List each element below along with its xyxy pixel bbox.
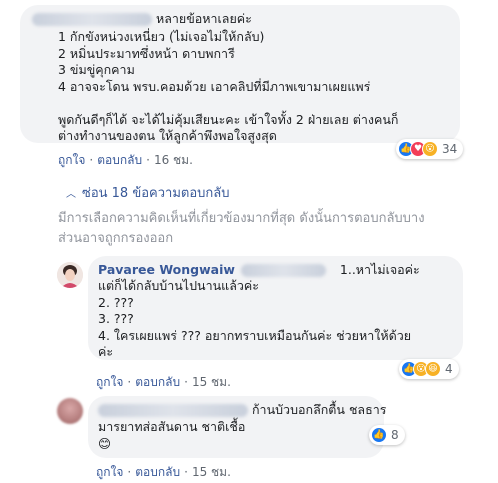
like-reaction-icon: 👍	[371, 427, 387, 443]
wow-reaction-icon: 😮	[422, 141, 438, 157]
reply-link[interactable]: ตอบกลับ	[135, 375, 180, 389]
comment-line: 2 หมิ่นประมาทซึ่งหน้า ดาบพการี	[58, 45, 235, 61]
reply-link[interactable]: ตอบกลับ	[97, 153, 142, 167]
timestamp[interactable]: 15 ชม.	[192, 375, 231, 389]
hide-replies-toggle[interactable]: ︿ ซ่อน 18 ข้อความตอบกลับ	[66, 182, 229, 203]
reaction-count: 4	[445, 362, 453, 376]
avatar[interactable]	[57, 398, 83, 424]
reply-actions: ถูกใจ · ตอบกลับ · 15 ชม.	[96, 375, 231, 389]
comment-actions: ถูกใจ · ตอบกลับ · 16 ชม.	[58, 153, 193, 167]
reactions-summary[interactable]: 👍 ♥ 😮 34	[396, 139, 464, 159]
reply-line: ค่ะ	[98, 344, 114, 359]
reply-actions: ถูกใจ · ตอบกลับ · 15 ชม.	[96, 465, 231, 479]
author-name-blurred[interactable]	[32, 13, 152, 26]
reply-line: 1..หาไม่เจอค่ะ	[339, 262, 420, 277]
comment-line: ต่างทำงานของตน ให้ลูกค้าพึงพอใจสูงสุด	[58, 128, 277, 143]
timestamp[interactable]: 16 ชม.	[154, 153, 193, 167]
like-link[interactable]: ถูกใจ	[58, 153, 85, 167]
comment-line: พูดกันดีๆก็ได้ จะได้ไม่คุ้มเสียนะคะ เข้า…	[58, 111, 399, 127]
avatar[interactable]	[57, 262, 83, 288]
author-name-blurred[interactable]	[98, 404, 248, 417]
notice-line: มีการเลือกความคิดเห็นที่เกี่ยวข้องมากที่…	[58, 211, 425, 226]
timestamp[interactable]: 15 ชม.	[192, 465, 231, 479]
reply-line: แต่ก็ได้กลับบ้านไปนานแล้วค่ะ	[98, 278, 259, 293]
comment-line: 3 ข่มขู่คุกคาม	[58, 62, 135, 77]
reaction-count: 34	[442, 142, 458, 156]
comment-bubble: หลายข้อหาเลยค่ะ 1 กักขังหน่วงเหนี่ยว (ไม…	[20, 5, 460, 143]
reply-line: 3. ???	[98, 311, 134, 326]
like-link[interactable]: ถูกใจ	[96, 465, 123, 479]
reply-line: 4. ใครเผยแพร่ ??? อยากทราบเหมือนกันค่ะ ช…	[98, 327, 412, 343]
hide-replies-label: ซ่อน 18 ข้อความตอบกลับ	[82, 186, 230, 201]
reply-line: 2. ???	[98, 294, 134, 310]
reaction-count: 8	[391, 428, 399, 442]
comment-line: 1 กักขังหน่วงเหนี่ยว (ไม่เจอไม่ให้กลับ)	[58, 29, 265, 44]
author-name-blurred	[240, 264, 326, 277]
reactions-summary[interactable]: 👍 8	[369, 425, 405, 445]
filter-notice: มีการเลือกความคิดเห็นที่เกี่ยวข้องมากที่…	[58, 209, 498, 249]
reply-line: ก้านบัวบอกลึกตื้น ชลธาร	[251, 402, 387, 417]
like-link[interactable]: ถูกใจ	[96, 375, 123, 389]
comment-line	[58, 95, 398, 112]
reply-line: มารยาทส่อสันดาน ชาติเชื้อ	[98, 419, 246, 434]
reply-bubble: ก้านบัวบอกลึกตื้น ชลธาร มารยาทส่อสันดาน …	[88, 396, 387, 458]
reply-link[interactable]: ตอบกลับ	[135, 465, 180, 479]
reactions-summary[interactable]: 👍 😮 😆 4	[399, 359, 459, 379]
chevron-up-icon: ︿	[66, 189, 76, 200]
reply-bubble: Pavaree Wongwaiw 1..หาไม่เจอค่ะ แต่ก็ได้…	[88, 256, 463, 360]
avatar-image	[57, 262, 83, 288]
smiley-emoji: 😊	[98, 435, 112, 451]
notice-line: ส่วนอาจถูกกรองออก	[58, 231, 174, 246]
comment-line: หลายข้อหาเลยค่ะ	[155, 11, 252, 26]
haha-reaction-icon: 😆	[425, 361, 441, 377]
author-name[interactable]: Pavaree Wongwaiw	[98, 262, 235, 277]
comment-line: 4 อาจจะโดน พรบ.คอมด้วย เอาคลิปที่มีภาพเข…	[58, 78, 371, 94]
